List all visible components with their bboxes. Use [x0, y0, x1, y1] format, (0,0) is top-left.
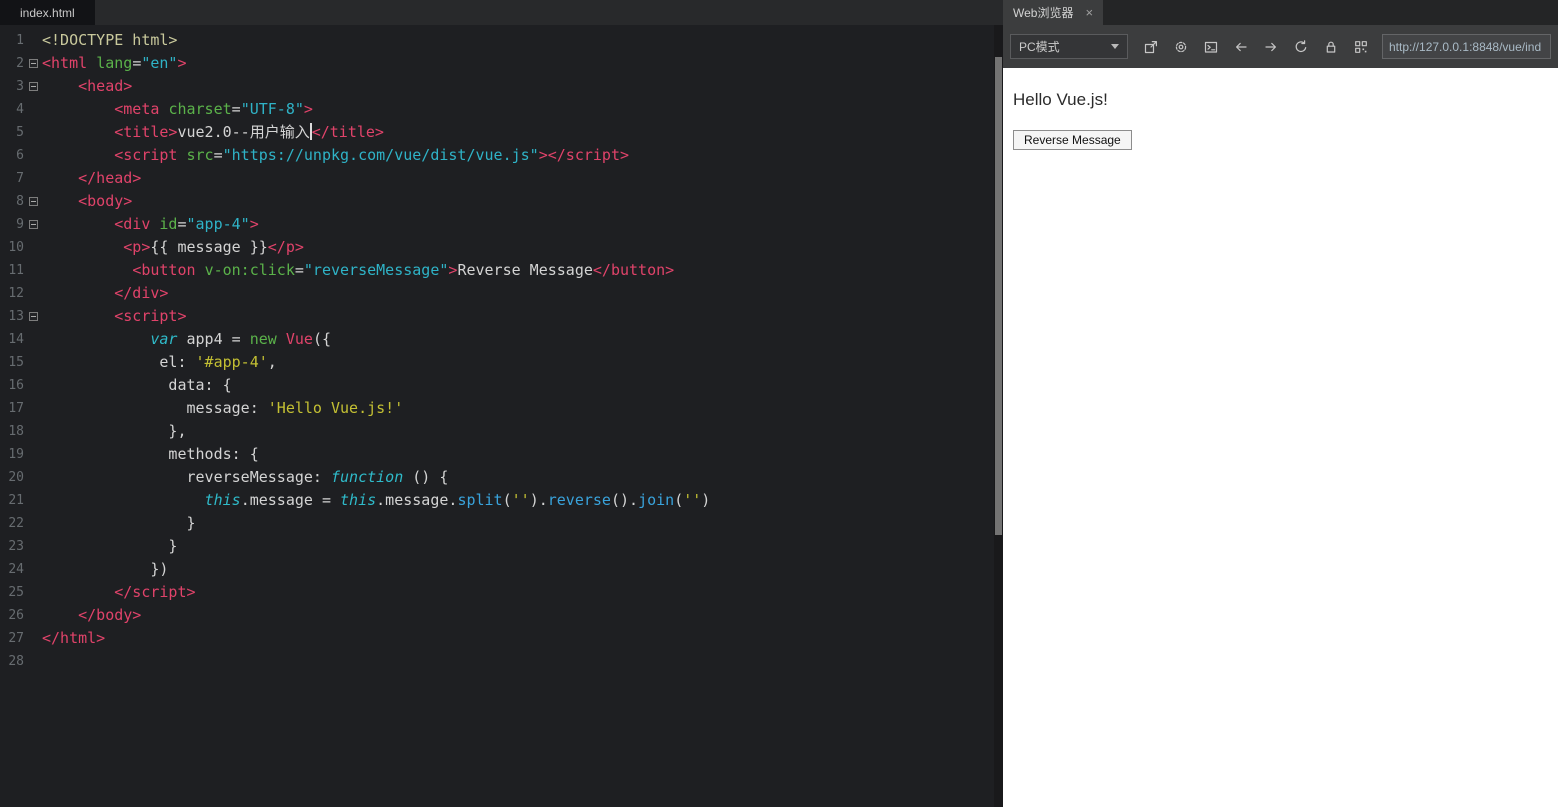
- code-line[interactable]: 2 <html lang="en">: [0, 52, 1003, 75]
- line-number: 24: [8, 562, 24, 577]
- line-number: 25: [8, 585, 24, 600]
- refresh-icon[interactable]: [1286, 33, 1316, 61]
- line-number: 4: [16, 102, 24, 117]
- code-line[interactable]: 26 </body>: [0, 604, 1003, 627]
- browser-tab-label: Web浏览器: [1013, 6, 1074, 20]
- code-line[interactable]: 4 <meta charset="UTF-8">: [0, 98, 1003, 121]
- editor-scrollbar-thumb[interactable]: [995, 57, 1002, 535]
- line-number: 19: [8, 447, 24, 462]
- editor-tab-index-html[interactable]: index.html: [0, 0, 95, 25]
- code-line[interactable]: 10 <p>{{ message }}</p>: [0, 236, 1003, 259]
- tab-close-icon[interactable]: ×: [1085, 5, 1093, 20]
- editor-scrollbar[interactable]: [994, 25, 1003, 807]
- code-line[interactable]: 1 <!DOCTYPE html>: [0, 29, 1003, 52]
- line-number: 26: [8, 608, 24, 623]
- popout-icon[interactable]: [1136, 33, 1166, 61]
- chevron-down-icon: [1111, 44, 1119, 49]
- code-line[interactable]: 27 </html>: [0, 627, 1003, 650]
- fold-toggle-icon[interactable]: [28, 197, 38, 206]
- line-number: 14: [8, 332, 24, 347]
- line-number: 3: [16, 79, 24, 94]
- fold-gutter: [24, 312, 42, 321]
- line-number: 22: [8, 516, 24, 531]
- fold-gutter: [24, 220, 42, 229]
- code-line[interactable]: 8 <body>: [0, 190, 1003, 213]
- rendered-message-text: Hello Vue.js!: [1013, 90, 1108, 109]
- code-line[interactable]: 13 <script>: [0, 305, 1003, 328]
- line-number: 13: [8, 309, 24, 324]
- code-line[interactable]: 17 message: 'Hello Vue.js!': [0, 397, 1003, 420]
- code-line[interactable]: 18 },: [0, 420, 1003, 443]
- forward-icon[interactable]: [1256, 33, 1286, 61]
- editor-tab-label: index.html: [20, 5, 75, 20]
- line-number: 5: [16, 125, 24, 140]
- code-line[interactable]: 28: [0, 650, 1003, 673]
- line-number: 15: [8, 355, 24, 370]
- fold-gutter: [24, 197, 42, 206]
- browser-toolbar-icons: [1136, 33, 1376, 61]
- line-number: 12: [8, 286, 24, 301]
- code-line[interactable]: 24 }): [0, 558, 1003, 581]
- code-lines: 1 <!DOCTYPE html> 2 <html lang="en"> 3 <head…: [0, 29, 1003, 673]
- fold-gutter: [24, 82, 42, 91]
- device-mode-label: PC模式: [1019, 40, 1060, 54]
- line-number: 6: [16, 148, 24, 163]
- line-number: 28: [8, 654, 24, 669]
- code-line[interactable]: 23 }: [0, 535, 1003, 558]
- code-line[interactable]: 12 </div>: [0, 282, 1003, 305]
- editor-body[interactable]: 1 <!DOCTYPE html> 2 <html lang="en"> 3 <head…: [0, 25, 1003, 807]
- line-number: 27: [8, 631, 24, 646]
- fold-gutter: [24, 59, 42, 68]
- browser-toolbar: PC模式: [1003, 25, 1558, 68]
- fold-toggle-icon[interactable]: [28, 59, 38, 68]
- qrcode-icon[interactable]: [1346, 33, 1376, 61]
- ide-window: index.html 1 <!DOCTYPE html> 2 <html lang="…: [0, 0, 1558, 807]
- line-number: 23: [8, 539, 24, 554]
- fold-toggle-icon[interactable]: [28, 82, 38, 91]
- fold-toggle-icon[interactable]: [28, 220, 38, 229]
- line-number: 2: [16, 56, 24, 71]
- line-number: 21: [8, 493, 24, 508]
- line-number: 8: [16, 194, 24, 209]
- line-number: 17: [8, 401, 24, 416]
- line-number: 9: [16, 217, 24, 232]
- code-line[interactable]: 6 <script src="https://unpkg.com/vue/dis…: [0, 144, 1003, 167]
- line-number: 7: [16, 171, 24, 186]
- console-icon[interactable]: [1196, 33, 1226, 61]
- line-number: 1: [16, 33, 24, 48]
- code-line[interactable]: 11 <button v-on:click="reverseMessage">R…: [0, 259, 1003, 282]
- code-line[interactable]: 16 data: {: [0, 374, 1003, 397]
- code-line[interactable]: 3 <head>: [0, 75, 1003, 98]
- back-icon[interactable]: [1226, 33, 1256, 61]
- line-number: 18: [8, 424, 24, 439]
- device-mode-select[interactable]: PC模式: [1010, 34, 1128, 59]
- code-line[interactable]: 14 var app4 = new Vue({: [0, 328, 1003, 351]
- browser-preview-pane: Web浏览器 × PC模式 Hello Vue.js! Reverse Mess…: [1003, 0, 1558, 807]
- line-number: 11: [8, 263, 24, 278]
- code-line[interactable]: 7 </head>: [0, 167, 1003, 190]
- code-line[interactable]: 21 this.message = this.message.split('')…: [0, 489, 1003, 512]
- reverse-message-button[interactable]: Reverse Message: [1013, 130, 1132, 150]
- line-number: 16: [8, 378, 24, 393]
- line-number: 20: [8, 470, 24, 485]
- code-line[interactable]: 9 <div id="app-4">: [0, 213, 1003, 236]
- code-line[interactable]: 15 el: '#app-4',: [0, 351, 1003, 374]
- browser-tab-bar: Web浏览器 ×: [1003, 0, 1558, 25]
- lock-icon[interactable]: [1316, 33, 1346, 61]
- code-editor-pane: index.html 1 <!DOCTYPE html> 2 <html lang="…: [0, 0, 1003, 807]
- browser-tab[interactable]: Web浏览器 ×: [1003, 0, 1104, 25]
- fold-toggle-icon[interactable]: [28, 312, 38, 321]
- editor-tab-bar: index.html: [0, 0, 1003, 25]
- code-line[interactable]: 25 </script>: [0, 581, 1003, 604]
- code-line[interactable]: 19 methods: {: [0, 443, 1003, 466]
- code-line[interactable]: 20 reverseMessage: function () {: [0, 466, 1003, 489]
- url-input[interactable]: [1382, 34, 1551, 59]
- line-number: 10: [8, 240, 24, 255]
- settings-gear-icon[interactable]: [1166, 33, 1196, 61]
- browser-viewport: Hello Vue.js! Reverse Message: [1003, 68, 1558, 807]
- code-line[interactable]: 5 <title>vue2.0--用户输入 </title>: [0, 121, 1003, 144]
- code-line[interactable]: 22 }: [0, 512, 1003, 535]
